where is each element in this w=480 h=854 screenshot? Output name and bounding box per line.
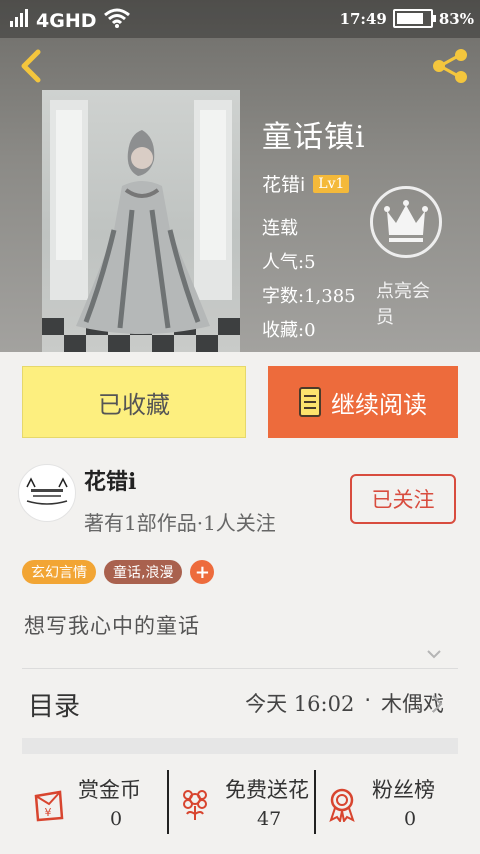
stat-label: 免费送花 bbox=[225, 778, 309, 802]
battery-icon bbox=[392, 9, 436, 28]
svg-text:¥: ¥ bbox=[45, 806, 52, 819]
crown-icon bbox=[384, 200, 428, 242]
share-icon[interactable] bbox=[430, 46, 470, 86]
stat-value: 47 bbox=[257, 808, 282, 830]
medal-icon bbox=[324, 786, 360, 824]
section-divider bbox=[22, 738, 458, 754]
level-badge: Lv1 bbox=[313, 174, 350, 193]
continue-reading-button[interactable]: 继续阅读 bbox=[268, 366, 458, 438]
stat-value: 0 bbox=[404, 808, 417, 830]
tag-list: 玄幻言情 童话,浪漫 + bbox=[22, 560, 215, 584]
book-title: 童话镇i bbox=[262, 120, 366, 155]
book-favorites: 收藏:0 bbox=[262, 320, 316, 341]
author-avatar[interactable] bbox=[18, 464, 76, 522]
red-envelope-icon: ¥ bbox=[30, 786, 66, 822]
stat-reward-coins[interactable]: ¥ 赏金币 0 bbox=[22, 770, 167, 834]
stat-fan-ranking[interactable]: 粉丝榜 0 bbox=[316, 770, 461, 834]
favorited-label: 已收藏 bbox=[98, 390, 170, 419]
chevron-right-icon[interactable] bbox=[430, 694, 444, 714]
signal-icon bbox=[8, 7, 30, 34]
plus-icon: + bbox=[194, 561, 210, 583]
author-stats: 著有1部作品·1人关注 bbox=[84, 511, 276, 535]
stats-bar: ¥ 赏金币 0 免费送花 47 粉丝榜 0 bbox=[22, 770, 458, 834]
follow-label: 已关注 bbox=[371, 488, 435, 512]
stat-label: 粉丝榜 bbox=[372, 778, 435, 802]
book-word-count: 字数:1,385 bbox=[262, 286, 356, 307]
battery-percent: 83% bbox=[438, 9, 474, 28]
book-header: 4GHD 17:49 83% 童话镇i 花错i Lv1 连载 人气:5 字数:1… bbox=[0, 0, 480, 352]
stat-free-flowers[interactable]: 免费送花 47 bbox=[169, 770, 314, 834]
toc-latest-chapter[interactable]: 今天 16:02 · 木偶戏 bbox=[245, 688, 444, 718]
follow-button[interactable]: 已关注 bbox=[350, 474, 456, 524]
book-popularity: 人气:5 bbox=[262, 252, 316, 273]
book-intro: 想写我心中的童话 bbox=[24, 614, 200, 638]
book-cover[interactable] bbox=[42, 90, 240, 352]
toc-label[interactable]: 目录 bbox=[28, 686, 80, 723]
stat-value: 0 bbox=[110, 808, 123, 830]
network-type: 4GHD bbox=[36, 9, 97, 32]
continue-reading-label: 继续阅读 bbox=[331, 390, 427, 419]
book-status: 连载 bbox=[262, 218, 298, 239]
back-button[interactable] bbox=[14, 46, 48, 86]
tag-genre[interactable]: 玄幻言情 bbox=[22, 560, 96, 584]
flower-icon bbox=[177, 786, 213, 822]
book-author-row: 花错i Lv1 bbox=[262, 170, 350, 197]
tag-theme[interactable]: 童话,浪漫 bbox=[104, 560, 183, 584]
divider bbox=[22, 668, 458, 669]
stat-label: 赏金币 bbox=[78, 778, 141, 802]
latest-separator: · bbox=[364, 688, 371, 712]
latest-update-time: 今天 16:02 bbox=[245, 692, 355, 716]
book-icon bbox=[299, 387, 321, 417]
chevron-down-icon[interactable] bbox=[426, 646, 442, 662]
add-tag-button[interactable]: + bbox=[190, 560, 215, 584]
clock: 17:49 bbox=[339, 9, 387, 28]
wifi-icon bbox=[103, 7, 131, 34]
membership-label[interactable]: 点亮会员 bbox=[376, 279, 446, 331]
favorited-button[interactable]: 已收藏 bbox=[22, 366, 246, 438]
book-author[interactable]: 花错i bbox=[262, 170, 305, 197]
author-name[interactable]: 花错i bbox=[84, 464, 136, 496]
status-bar: 4GHD 17:49 83% bbox=[0, 0, 480, 38]
membership-button[interactable] bbox=[370, 186, 442, 258]
